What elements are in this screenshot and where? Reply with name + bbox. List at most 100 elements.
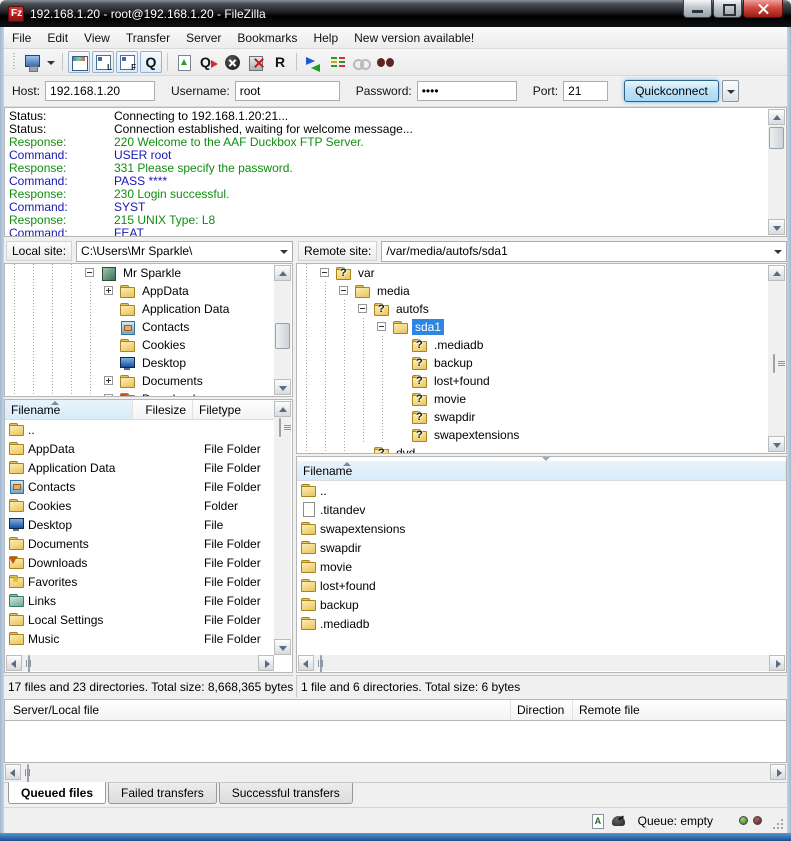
scroll-left-arrow[interactable] bbox=[6, 655, 22, 671]
tree-node[interactable]: lost+found bbox=[297, 372, 786, 390]
scroll-left-arrow[interactable] bbox=[5, 764, 21, 780]
speed-limits-icon[interactable] bbox=[610, 813, 628, 829]
file-row[interactable]: Local SettingsFile Folder bbox=[5, 610, 275, 629]
sync-browsing-button[interactable] bbox=[326, 51, 348, 73]
tree-node-label[interactable]: Downloads bbox=[139, 391, 204, 397]
local-list-hscrollbar[interactable] bbox=[6, 655, 274, 671]
column-header-filesize[interactable]: Filesize bbox=[133, 400, 193, 419]
queue-hscrollbar[interactable] bbox=[5, 764, 786, 780]
tree-node-label[interactable]: Desktop bbox=[139, 355, 189, 371]
menu-view[interactable]: View bbox=[76, 28, 118, 48]
file-row[interactable]: lost+found bbox=[297, 576, 786, 595]
remote-list-hscrollbar[interactable] bbox=[298, 655, 785, 671]
scroll-thumb[interactable] bbox=[275, 323, 290, 349]
menu-server[interactable]: Server bbox=[178, 28, 229, 48]
scroll-thumb[interactable] bbox=[27, 764, 29, 783]
disconnect-button[interactable] bbox=[245, 51, 267, 73]
column-header-remote-file[interactable]: Remote file bbox=[572, 700, 786, 720]
site-manager-dropdown[interactable] bbox=[44, 51, 56, 73]
menu-transfer[interactable]: Transfer bbox=[118, 28, 178, 48]
tree-node-label[interactable]: lost+found bbox=[431, 373, 493, 389]
tree-node-label[interactable]: backup bbox=[431, 355, 476, 371]
toggle-remote-tree-button[interactable]: F bbox=[116, 51, 138, 73]
tree-node-label[interactable]: movie bbox=[431, 391, 469, 407]
tree-node-label[interactable]: AppData bbox=[139, 283, 192, 299]
file-row[interactable]: swapextensions bbox=[297, 519, 786, 538]
scroll-thumb[interactable] bbox=[769, 127, 784, 149]
transfer-type-icon[interactable] bbox=[588, 813, 606, 829]
file-row[interactable]: .. bbox=[297, 481, 786, 500]
scroll-up-arrow[interactable] bbox=[768, 265, 785, 281]
cancel-button[interactable] bbox=[221, 51, 243, 73]
tree-node[interactable]: dvd bbox=[297, 444, 786, 454]
refresh-button[interactable] bbox=[173, 51, 195, 73]
tree-node-label[interactable]: Contacts bbox=[139, 319, 192, 335]
file-row[interactable]: DesktopFile bbox=[5, 515, 275, 534]
tree-node[interactable]: autofs bbox=[297, 300, 786, 318]
scroll-down-arrow[interactable] bbox=[768, 436, 785, 452]
port-input[interactable] bbox=[563, 81, 608, 101]
tree-node-label[interactable]: Application Data bbox=[139, 301, 232, 317]
menu-edit[interactable]: Edit bbox=[39, 28, 76, 48]
remote-site-combo[interactable]: /var/media/autofs/sda1 bbox=[381, 241, 787, 262]
scroll-thumb[interactable] bbox=[279, 418, 281, 437]
column-header-filename[interactable]: Filename bbox=[297, 461, 786, 480]
tree-node[interactable]: swapdir bbox=[297, 408, 786, 426]
scroll-right-arrow[interactable] bbox=[769, 655, 785, 671]
tree-expander[interactable] bbox=[100, 282, 119, 300]
tree-expander[interactable] bbox=[100, 372, 119, 390]
site-manager-button[interactable] bbox=[21, 51, 43, 73]
search-button[interactable] bbox=[374, 51, 396, 73]
tree-expander[interactable] bbox=[373, 318, 392, 336]
log-scrollbar[interactable] bbox=[768, 109, 785, 235]
tree-expander[interactable] bbox=[335, 282, 354, 300]
reconnect-button[interactable]: R bbox=[269, 51, 291, 73]
tab-successful-transfers[interactable]: Successful transfers bbox=[219, 783, 353, 804]
chevron-down-icon[interactable] bbox=[277, 242, 292, 261]
tree-expander[interactable] bbox=[354, 300, 373, 318]
directory-comparison-button[interactable] bbox=[350, 51, 372, 73]
tree-node[interactable]: movie bbox=[297, 390, 786, 408]
file-row[interactable]: ContactsFile Folder bbox=[5, 477, 275, 496]
quickconnect-dropdown[interactable] bbox=[722, 80, 739, 102]
resize-grip[interactable] bbox=[771, 817, 785, 831]
column-header-filetype[interactable]: Filetype bbox=[193, 400, 275, 419]
scroll-up-arrow[interactable] bbox=[274, 265, 291, 281]
column-header-direction[interactable]: Direction bbox=[510, 700, 572, 720]
scroll-thumb[interactable] bbox=[773, 354, 775, 373]
tree-node[interactable]: Cookies bbox=[5, 336, 292, 354]
toggle-log-button[interactable] bbox=[68, 51, 90, 73]
tree-node-label[interactable]: sda1 bbox=[412, 319, 444, 335]
compare-directories-button[interactable] bbox=[302, 51, 324, 73]
local-list-scrollbar[interactable] bbox=[274, 401, 291, 655]
password-input[interactable] bbox=[417, 81, 517, 101]
quickconnect-button[interactable]: Quickconnect bbox=[624, 80, 719, 102]
local-site-combo[interactable]: C:\Users\Mr Sparkle\ bbox=[76, 241, 293, 262]
tree-node-label[interactable]: swapextensions bbox=[431, 427, 522, 443]
tree-node-label[interactable]: autofs bbox=[393, 301, 432, 317]
column-header-filename[interactable]: Filename bbox=[5, 400, 133, 419]
tree-node[interactable]: Documents bbox=[5, 372, 292, 390]
file-row[interactable]: LinksFile Folder bbox=[5, 591, 275, 610]
tree-node[interactable]: swapextensions bbox=[297, 426, 786, 444]
scroll-down-arrow[interactable] bbox=[274, 639, 291, 655]
scroll-left-arrow[interactable] bbox=[298, 655, 314, 671]
tree-node[interactable]: Contacts bbox=[5, 318, 292, 336]
tree-node[interactable]: sda1 bbox=[297, 318, 786, 336]
remote-tree-scrollbar[interactable] bbox=[768, 265, 785, 452]
file-row[interactable]: swapdir bbox=[297, 538, 786, 557]
tree-node[interactable]: AppData bbox=[5, 282, 292, 300]
file-row[interactable]: DocumentsFile Folder bbox=[5, 534, 275, 553]
host-input[interactable] bbox=[45, 81, 155, 101]
title-bar[interactable]: 192.168.1.20 - root@192.168.1.20 - FileZ… bbox=[0, 0, 791, 27]
scroll-right-arrow[interactable] bbox=[258, 655, 274, 671]
scroll-thumb[interactable] bbox=[28, 655, 30, 673]
tree-node[interactable]: .mediadb bbox=[297, 336, 786, 354]
file-row[interactable]: .mediadb bbox=[297, 614, 786, 633]
file-row[interactable]: backup bbox=[297, 595, 786, 614]
toggle-local-tree-button[interactable]: L bbox=[92, 51, 114, 73]
scroll-up-arrow[interactable] bbox=[274, 401, 291, 417]
toggle-queue-button[interactable]: Q bbox=[140, 51, 162, 73]
file-row[interactable]: CookiesFolder bbox=[5, 496, 275, 515]
tree-node[interactable]: Downloads bbox=[5, 390, 292, 397]
